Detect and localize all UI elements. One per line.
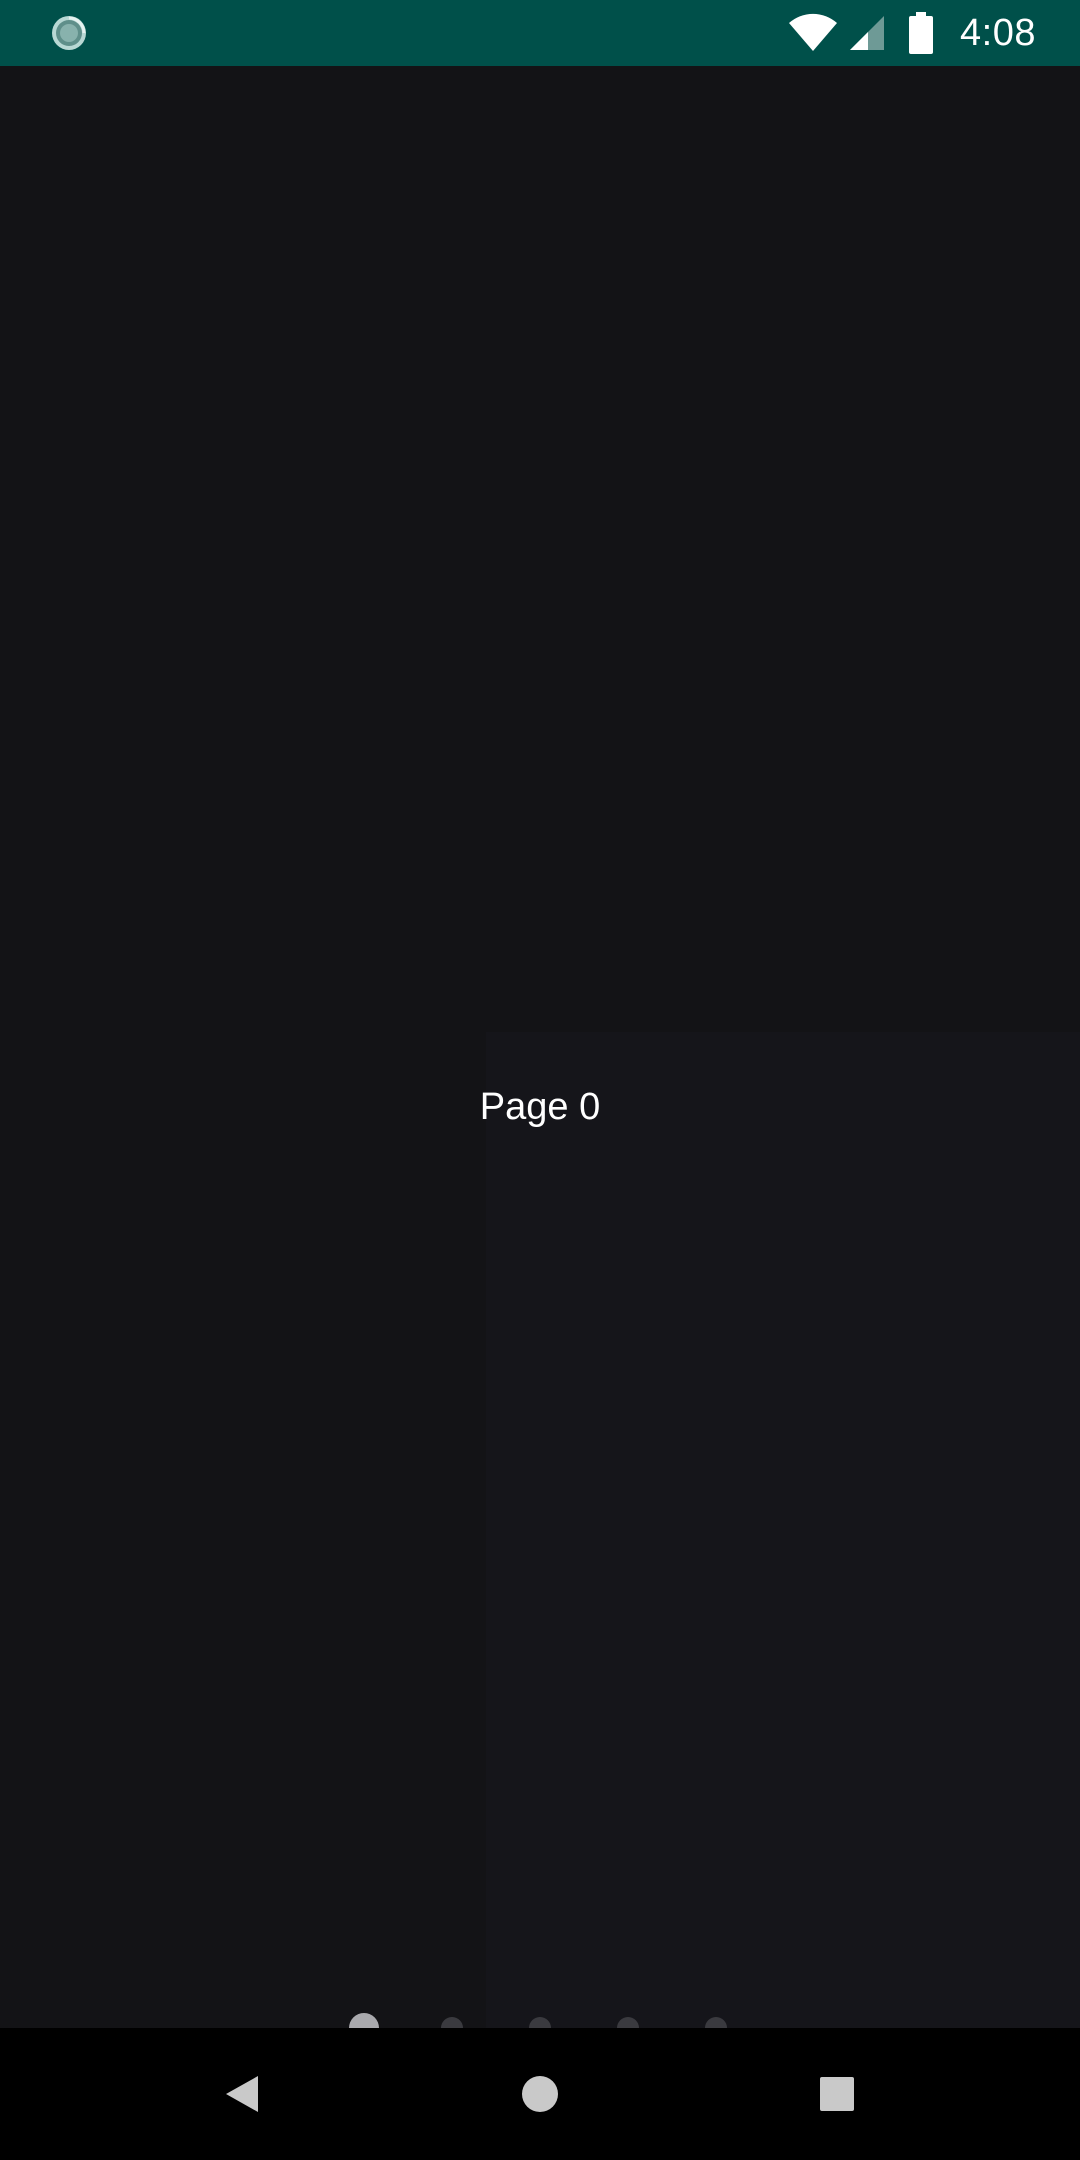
home-button[interactable] [521, 2075, 559, 2113]
status-bar: 4:08 [0, 0, 1080, 66]
view-pager[interactable]: Page 0 [0, 66, 1080, 2094]
recents-icon [820, 2077, 854, 2111]
clock: 4:08 [960, 11, 1036, 54]
battery-icon [909, 12, 934, 54]
recents-button[interactable] [819, 2076, 855, 2112]
page-label: Page 0 [479, 1086, 601, 1128]
signal-icon [850, 16, 885, 50]
back-icon [226, 2076, 258, 2112]
adjacent-page-panel [486, 1032, 1080, 2094]
home-icon [522, 2076, 558, 2112]
sync-icon [52, 16, 86, 50]
screen: 4:08 Page 0 [0, 0, 1080, 2160]
wifi-icon [789, 13, 838, 52]
navigation-bar [0, 2028, 1080, 2160]
back-button[interactable] [224, 2074, 260, 2114]
status-icons: 4:08 [788, 0, 1036, 66]
